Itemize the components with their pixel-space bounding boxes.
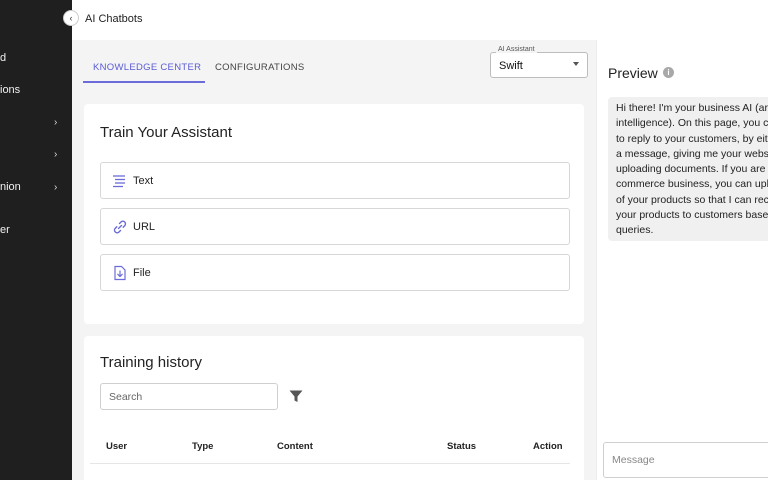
sidebar-item-label: ions bbox=[0, 84, 21, 96]
assistant-message-bubble: Hi there! I'm your business AI (ar intel… bbox=[608, 97, 768, 241]
assistant-select-label: AI Assistant bbox=[496, 46, 537, 53]
train-option-text[interactable]: Text bbox=[100, 162, 570, 199]
train-title: Train Your Assistant bbox=[100, 124, 233, 141]
train-option-url[interactable]: URL bbox=[100, 208, 570, 245]
assistant-select-value: Swift bbox=[499, 60, 523, 72]
message-input[interactable] bbox=[612, 454, 762, 466]
sidebar-item-4[interactable]: › bbox=[0, 146, 72, 170]
link-icon bbox=[113, 220, 127, 234]
sidebar-item-label: er bbox=[0, 224, 10, 236]
text-lines-icon bbox=[113, 175, 125, 188]
tab-configurations[interactable]: CONFIGURATIONS bbox=[215, 62, 305, 73]
history-title: Training history bbox=[100, 354, 202, 371]
sidebar-item-2[interactable]: ions bbox=[0, 80, 72, 104]
message-line: commerce business, you can upl bbox=[616, 178, 768, 191]
message-line: Hi there! I'm your business AI (ar bbox=[616, 102, 768, 114]
message-line: intelligence). On this page, you c bbox=[616, 117, 768, 130]
tab-knowledge-center[interactable]: KNOWLEDGE CENTER bbox=[93, 62, 201, 73]
train-assistant-card: Train Your Assistant Text URL File bbox=[84, 104, 584, 324]
chevron-right-icon: › bbox=[54, 117, 58, 128]
train-option-label: File bbox=[133, 267, 151, 279]
sidebar-item-5[interactable]: nion › bbox=[0, 177, 72, 201]
message-line: uploading documents. If you are bbox=[616, 163, 766, 176]
training-history-card: Training history User Type Content Statu… bbox=[84, 336, 584, 480]
top-header: AI Chatbots bbox=[72, 0, 768, 40]
preview-panel: Preview i Hi there! I'm your business AI… bbox=[596, 40, 768, 480]
table-header-divider bbox=[90, 463, 570, 464]
train-option-file[interactable]: File bbox=[100, 254, 570, 291]
message-line: to reply to your customers, by eit bbox=[616, 132, 768, 145]
assistant-select[interactable]: Swift bbox=[490, 52, 588, 78]
message-line: your products to customers base bbox=[616, 209, 768, 222]
sidebar-item-label: d bbox=[0, 52, 7, 64]
sidebar-item-1[interactable]: d bbox=[0, 48, 72, 72]
chevron-left-icon[interactable]: ‹ bbox=[63, 10, 79, 26]
caret-down-icon bbox=[573, 62, 579, 66]
message-field[interactable] bbox=[603, 442, 768, 478]
sidebar-item-6[interactable]: er bbox=[0, 220, 72, 244]
search-input[interactable] bbox=[109, 391, 269, 403]
preview-title: Preview bbox=[608, 65, 658, 81]
column-header-type[interactable]: Type bbox=[192, 441, 213, 452]
column-header-content[interactable]: Content bbox=[277, 441, 313, 452]
message-line: of your products so that I can rec bbox=[616, 193, 768, 206]
message-line: a message, giving me your websi bbox=[616, 147, 768, 160]
filter-icon[interactable] bbox=[289, 390, 303, 403]
chevron-right-icon: › bbox=[54, 182, 58, 193]
history-search[interactable] bbox=[100, 383, 278, 410]
info-icon[interactable]: i bbox=[663, 67, 674, 78]
active-tab-indicator bbox=[83, 81, 205, 83]
sidebar-item-label: nion bbox=[0, 181, 21, 193]
column-header-user[interactable]: User bbox=[106, 441, 127, 452]
train-option-label: Text bbox=[133, 175, 154, 187]
train-option-label: URL bbox=[133, 221, 156, 233]
page-title: AI Chatbots bbox=[85, 13, 143, 25]
message-line: queries. bbox=[616, 224, 654, 237]
column-header-action[interactable]: Action bbox=[533, 441, 563, 452]
main-panel: KNOWLEDGE CENTER CONFIGURATIONS Swift AI… bbox=[72, 40, 596, 480]
sidebar: d ions › › nion › er bbox=[0, 0, 72, 480]
chevron-right-icon: › bbox=[54, 149, 58, 160]
sidebar-item-3[interactable]: › bbox=[0, 114, 72, 138]
file-download-icon bbox=[114, 265, 126, 281]
column-header-status[interactable]: Status bbox=[447, 441, 476, 452]
